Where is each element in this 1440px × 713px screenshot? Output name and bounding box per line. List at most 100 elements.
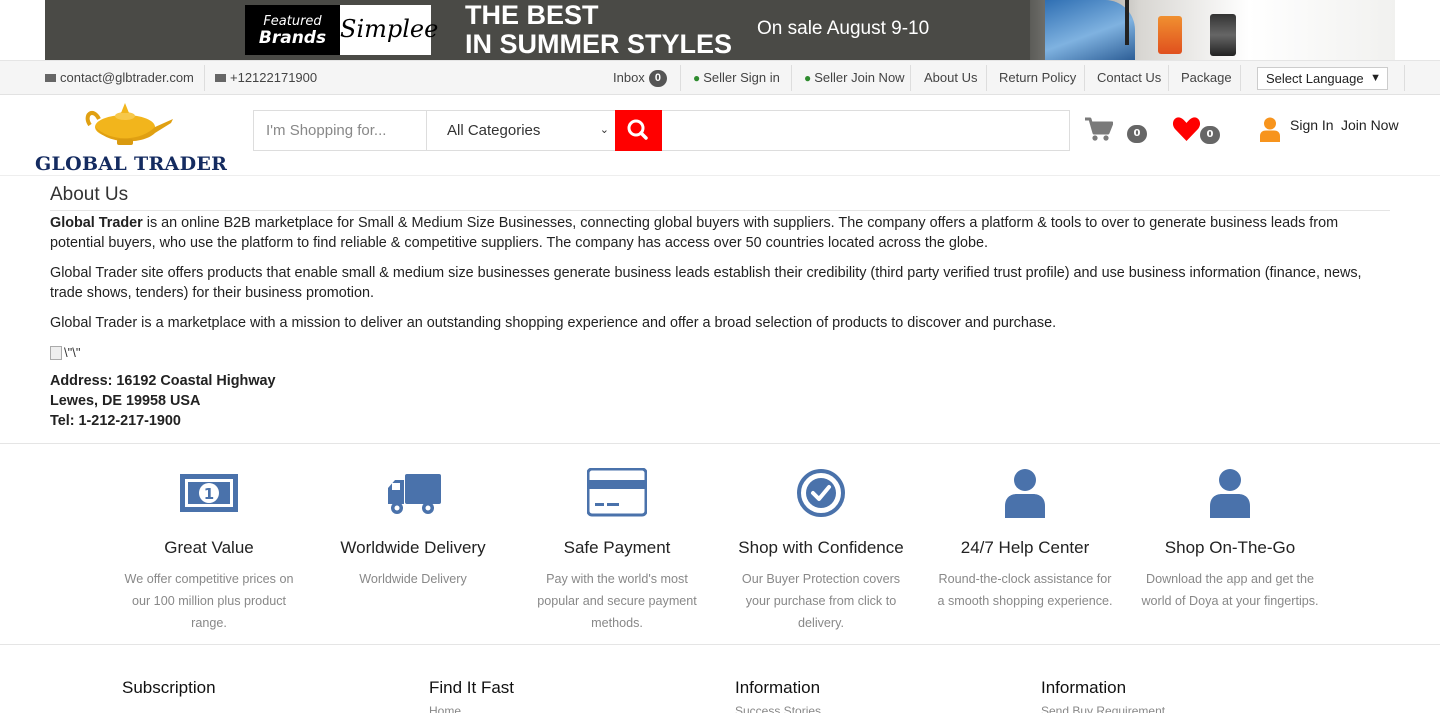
feature-description: Our Buyer Protection covers your purchas… [741, 572, 901, 630]
features-section: 1 Great Value We offer competitive price… [0, 443, 1440, 645]
envelope-icon [215, 74, 226, 82]
wishlist-button[interactable] [1172, 116, 1201, 146]
about-content: About Us Global Trader is an online B2B … [50, 176, 1390, 431]
check-circle-icon [797, 469, 845, 517]
phone-text: +12122171900 [230, 70, 318, 85]
feature-title: Shop On-The-Go [1164, 538, 1296, 557]
divider [910, 65, 911, 91]
divider [680, 65, 681, 91]
feature-title: Safe Payment [563, 538, 671, 557]
language-select[interactable]: Select Language ▼ [1257, 67, 1388, 90]
divider [1404, 65, 1405, 91]
email-link[interactable]: contact@glbtrader.com [45, 61, 194, 94]
user-icon [1005, 469, 1045, 518]
feature-title: 24/7 Help Center [960, 538, 1090, 557]
feature-title: Shop with Confidence [738, 538, 904, 557]
address-line-1: Address: 16192 Coastal Highway [50, 373, 276, 389]
banner-headline: THE BEST IN SUMMER STYLES [465, 1, 732, 59]
feature-description: Round-the-clock assistance for a smooth … [937, 572, 1113, 608]
inbox-label: Inbox [613, 70, 645, 85]
category-label: All Categories [447, 122, 541, 139]
money-icon: 1 [180, 474, 238, 512]
chevron-down-icon: ⌄ [599, 124, 609, 136]
seller-signin-label: Seller Sign in [703, 70, 780, 85]
headline-line-2: IN SUMMER STYLES [465, 29, 733, 59]
site-header: GLOBAL TRADER All Categories ⌄ 0 0 [0, 95, 1440, 176]
seller-join-label: Seller Join Now [814, 70, 905, 85]
sign-in-link[interactable]: Sign In [1290, 117, 1334, 133]
magic-lamp-icon [85, 103, 173, 145]
language-label: Select Language [1266, 71, 1364, 86]
footer-link-success-stories[interactable]: Success Stories [735, 704, 821, 713]
footer-column-subscription: Subscription [122, 678, 216, 698]
feature-title: Worldwide Delivery [340, 538, 486, 557]
users-icon: ● [693, 71, 701, 85]
footer-heading: Information [1041, 678, 1127, 697]
feature-title: Great Value [164, 538, 254, 557]
footer-column-information-2: Information Send Buy Requirement [1041, 678, 1165, 713]
footer-link-home[interactable]: Home [429, 704, 514, 713]
user-icon: ● [804, 71, 812, 85]
search-bar: All Categories ⌄ [253, 110, 1070, 151]
banner-sale-text: On sale August 9-10 [757, 18, 930, 39]
footer-column-information: Information Success Stories [735, 678, 821, 713]
dark-jar-image [1210, 14, 1236, 56]
dropdown-arrow-icon: ▼ [1370, 72, 1381, 84]
feature-description: Worldwide Delivery [359, 572, 467, 586]
join-now-link[interactable]: Join Now [1341, 117, 1399, 133]
search-button[interactable] [615, 110, 662, 151]
footer-column-find-it-fast: Find It Fast Home [429, 678, 514, 713]
divider [986, 65, 987, 91]
telephone: Tel: 1-212-217-1900 [50, 413, 181, 429]
featured-brands-label: Featured Brands [245, 5, 340, 55]
inbox-count-badge: 0 [648, 70, 667, 87]
phone-link[interactable]: +12122171900 [215, 61, 317, 94]
inbox-link[interactable]: Inbox 0 [613, 61, 667, 94]
category-select[interactable]: All Categories ⌄ [428, 111, 615, 150]
promo-banner[interactable]: Featured Brands Simplee THE BEST IN SUMM… [45, 0, 1395, 60]
seller-join-link[interactable]: ● Seller Join Now [804, 61, 905, 94]
user-icon [1260, 117, 1280, 142]
seller-signin-link[interactable]: ● Seller Sign in [693, 61, 780, 94]
cart-icon [1085, 117, 1114, 141]
headline-line-1: THE BEST [465, 0, 599, 30]
credit-card-icon [587, 468, 647, 517]
broken-image-icon [50, 346, 62, 360]
search-icon [627, 119, 648, 140]
broken-image: \"\" [50, 343, 1390, 363]
account-button[interactable] [1260, 117, 1280, 146]
site-logo[interactable]: GLOBAL TRADER [35, 95, 227, 175]
stair-image [1125, 0, 1129, 45]
brands-text: Brands [258, 28, 327, 48]
paragraph-text: is an online B2B marketplace for Small &… [50, 215, 1339, 251]
footer-heading: Subscription [122, 678, 216, 697]
address-line-2: Lewes, DE 19958 USA [50, 393, 201, 409]
divider [1240, 65, 1241, 91]
search-input[interactable] [254, 111, 427, 150]
feature-description: We offer competitive prices on our 100 m… [124, 572, 294, 630]
contact-us-link[interactable]: Contact Us [1097, 61, 1161, 94]
company-name: Global Trader [50, 215, 143, 231]
heart-icon [1172, 117, 1201, 141]
about-paragraph-3: Global Trader is a marketplace with a mi… [50, 315, 1057, 331]
wishlist-count-badge: 0 [1200, 126, 1220, 144]
banner-image [1030, 0, 1395, 60]
site-footer: Subscription Find It Fast Home Informati… [0, 645, 1440, 713]
divider [1168, 65, 1169, 91]
footer-link-send-buy-requirement[interactable]: Send Buy Requirement [1041, 704, 1165, 713]
divider [204, 65, 205, 91]
truck-icon [388, 474, 441, 514]
broken-image-alt: \"\" [64, 345, 81, 360]
cart-button[interactable] [1085, 117, 1114, 147]
logo-text: GLOBAL TRADER [35, 153, 228, 175]
envelope-icon [45, 74, 56, 82]
about-us-link[interactable]: About Us [924, 61, 977, 94]
package-link[interactable]: Package [1181, 61, 1232, 94]
footer-heading: Find It Fast [429, 678, 515, 697]
user-icon [1210, 469, 1250, 518]
orange-jar-image [1158, 16, 1182, 54]
feature-description: Pay with the world's most popular and se… [537, 572, 697, 630]
address-block: Address: 16192 Coastal Highway Lewes, DE… [50, 371, 1390, 431]
about-paragraph-1: Global Trader is an online B2B marketpla… [50, 213, 1390, 253]
return-policy-link[interactable]: Return Policy [999, 61, 1076, 94]
